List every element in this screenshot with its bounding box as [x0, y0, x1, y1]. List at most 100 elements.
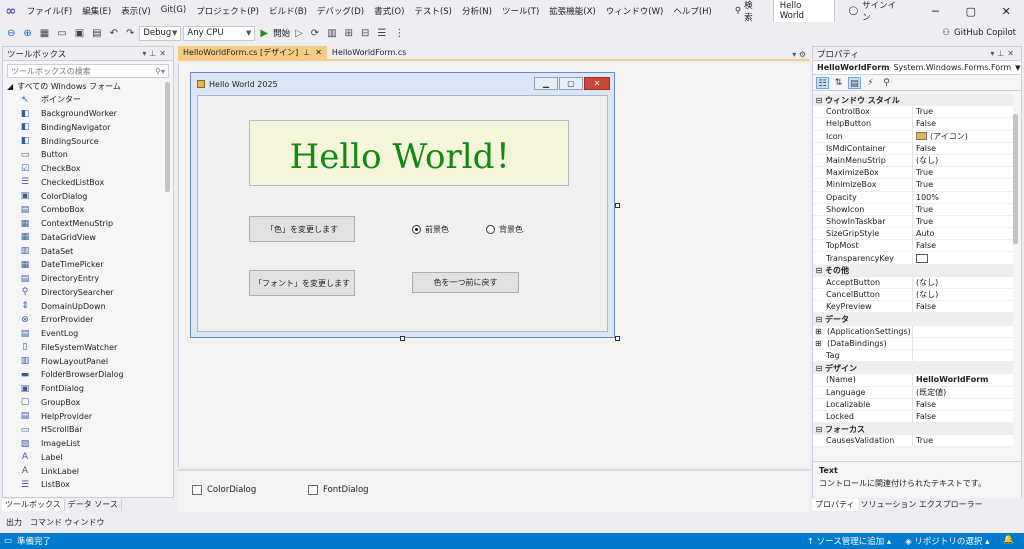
toolbox-item[interactable]: ▦ DateTimePicker: [3, 258, 165, 272]
menu-item[interactable]: 拡張機能(X): [544, 5, 600, 17]
collapse-icon[interactable]: ⊟: [813, 364, 825, 373]
menu-item[interactable]: Git(G): [156, 5, 192, 17]
toolbox-item[interactable]: ▥ DataSet: [3, 244, 165, 258]
toolbox-search-input[interactable]: ツールボックスの検索 ⚲▾: [7, 64, 169, 78]
toolbar-icon-1[interactable]: ▥: [324, 28, 339, 39]
tab-solution-explorer[interactable]: ソリューション エクスプローラー: [858, 499, 986, 511]
copilot-button[interactable]: ⚇ GitHub Copilot: [942, 28, 1024, 38]
toolbox-scrollbar[interactable]: [165, 80, 171, 490]
collapse-icon[interactable]: ⊟: [813, 425, 825, 434]
toolbox-item[interactable]: ▯ FileSystemWatcher: [3, 341, 165, 355]
resize-handle-corner[interactable]: [615, 336, 620, 341]
alphabetical-icon[interactable]: ⇅: [832, 77, 845, 89]
toolbox-item[interactable]: ☰ ListBox: [3, 478, 165, 492]
property-row[interactable]: Opacity 100%: [813, 191, 1013, 204]
property-value-cell[interactable]: (なし): [913, 277, 1013, 288]
menu-item[interactable]: 表示(V): [116, 5, 155, 17]
change-color-button[interactable]: 「色」を変更します: [249, 216, 355, 242]
toolbox-item[interactable]: ⚲ DirectorySearcher: [3, 286, 165, 300]
toolbox-item[interactable]: ▨ ImageList: [3, 437, 165, 451]
hello-label[interactable]: Hello World！: [249, 120, 569, 186]
hot-reload-icon[interactable]: ⟳: [308, 28, 322, 39]
property-row[interactable]: CausesValidation True: [813, 435, 1013, 448]
property-row[interactable]: SizeGripStyle Auto: [813, 228, 1013, 241]
toolbox-item[interactable]: ▤ EventLog: [3, 327, 165, 341]
menu-item[interactable]: 分析(N): [457, 5, 497, 17]
property-row[interactable]: Language (既定値): [813, 386, 1013, 399]
menu-item[interactable]: ヘルプ(H): [668, 5, 717, 17]
radio-background[interactable]: 背景色: [486, 224, 523, 235]
navigate-back-icon[interactable]: ⊖: [4, 28, 18, 39]
tab-data-sources[interactable]: データ ソース: [65, 499, 122, 511]
signin-button[interactable]: ◯ サインイン: [835, 0, 918, 23]
menu-item[interactable]: 書式(O): [369, 5, 409, 17]
property-value-cell[interactable]: HelloWorldForm: [913, 374, 1013, 385]
property-row[interactable]: Locked False: [813, 410, 1013, 424]
properties-scrollbar[interactable]: [1013, 94, 1019, 456]
tray-item-fontdialog[interactable]: FontDialog: [308, 485, 369, 495]
toolbox-item[interactable]: ◧ BindingNavigator: [3, 121, 165, 135]
property-category[interactable]: ⊟ フォーカス: [813, 423, 1013, 436]
property-pages-icon[interactable]: ⚲: [880, 77, 893, 89]
property-value-cell[interactable]: [913, 326, 1013, 337]
undo-icon[interactable]: ↶: [107, 28, 121, 39]
property-value-cell[interactable]: True: [913, 179, 1013, 190]
property-row[interactable]: ControlBox True: [813, 106, 1013, 119]
expand-icon[interactable]: ⊞: [815, 339, 827, 348]
visual-studio-logo-icon[interactable]: ∞: [0, 0, 22, 22]
menu-item[interactable]: ビルド(B): [264, 5, 312, 17]
resize-handle-bottom[interactable]: [400, 336, 405, 341]
minimize-window-button[interactable]: ─: [918, 5, 953, 18]
property-value-cell[interactable]: True: [913, 216, 1013, 227]
property-value-cell[interactable]: [913, 350, 1013, 361]
source-control-button[interactable]: ↑ ソース管理に追加 ▴: [807, 535, 891, 547]
property-row[interactable]: MaximizeBox True: [813, 167, 1013, 180]
start-without-debugging-icon[interactable]: ▷: [292, 28, 306, 39]
toolbox-item[interactable]: ◧ BindingSource: [3, 134, 165, 148]
menu-item[interactable]: ファイル(F): [22, 5, 78, 17]
tab-command-window[interactable]: コマンド ウィンドウ: [26, 517, 109, 528]
redo-icon[interactable]: ↷: [123, 28, 137, 39]
toolbox-item[interactable]: A LinkLabel: [3, 464, 165, 478]
panel-controls-icon[interactable]: ▾⊥✕: [142, 49, 169, 58]
tab-output[interactable]: 出力: [2, 517, 26, 528]
collapse-icon[interactable]: ⊟: [813, 315, 825, 324]
toolbox-item[interactable]: ▦ DataGridView: [3, 231, 165, 245]
property-row[interactable]: TopMost False: [813, 240, 1013, 253]
property-value-cell[interactable]: False: [913, 240, 1013, 251]
tab-options-icon[interactable]: ▾ ⚙: [792, 50, 810, 59]
configuration-select[interactable]: Debug ▼: [139, 25, 182, 41]
property-row[interactable]: KeyPreview False: [813, 301, 1013, 314]
property-value-cell[interactable]: True: [913, 435, 1013, 446]
collapse-icon[interactable]: ⊟: [813, 96, 825, 105]
property-value-cell[interactable]: True: [913, 106, 1013, 117]
property-value-cell[interactable]: 100%: [913, 192, 1013, 203]
repo-select-button[interactable]: ◈ リポジトリの選択 ▴: [905, 535, 989, 547]
form-close-button[interactable]: ✕: [584, 77, 610, 90]
toolbox-item[interactable]: ⇕ DomainUpDown: [3, 299, 165, 313]
property-row[interactable]: MinimizeBox True: [813, 179, 1013, 192]
tab-toolbox[interactable]: ツールボックス: [2, 499, 65, 511]
property-category[interactable]: ⊟ ウィンドウ スタイル: [813, 94, 1013, 107]
form-minimize-button[interactable]: ▁: [534, 77, 558, 90]
toolbox-item[interactable]: ☑ CheckBox: [3, 162, 165, 176]
toolbox-item[interactable]: ▤ ComboBox: [3, 203, 165, 217]
close-icon[interactable]: ✕: [315, 48, 322, 57]
property-row[interactable]: (Name) HelloWorldForm: [813, 374, 1013, 387]
toolbox-item[interactable]: ▤ HelpProvider: [3, 409, 165, 423]
toolbox-item[interactable]: ▤ DirectoryEntry: [3, 272, 165, 286]
property-value-cell[interactable]: (なし): [913, 289, 1013, 300]
form-maximize-button[interactable]: ▢: [559, 77, 583, 90]
property-category[interactable]: ⊟ デザイン: [813, 362, 1013, 375]
property-row[interactable]: HelpButton False: [813, 118, 1013, 131]
menu-item[interactable]: デバッグ(D): [312, 5, 369, 17]
property-value-cell[interactable]: [913, 338, 1013, 349]
save-all-icon[interactable]: ▤: [89, 28, 104, 39]
panel-controls-icon[interactable]: ▾⊥✕: [990, 49, 1017, 58]
categorized-icon[interactable]: ☷: [816, 76, 829, 89]
menu-item[interactable]: ツール(T): [497, 5, 544, 17]
property-value-cell[interactable]: False: [913, 118, 1013, 129]
collapse-icon[interactable]: ⊟: [813, 266, 825, 275]
toolbox-item[interactable]: ▭ HScrollBar: [3, 423, 165, 437]
new-project-icon[interactable]: ▦: [37, 28, 52, 39]
